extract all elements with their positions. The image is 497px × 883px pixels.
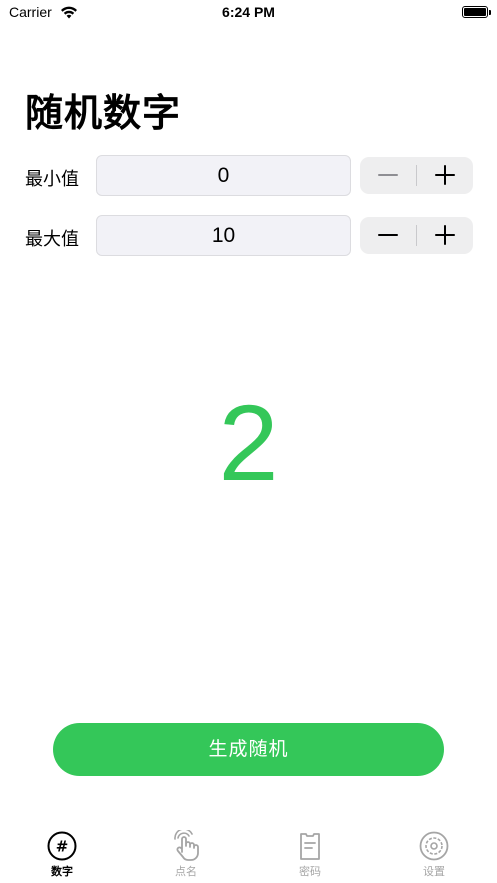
hand-pointer-icon xyxy=(174,830,199,861)
min-value-stepper xyxy=(360,157,473,194)
status-bar: Carrier 6:24 PM xyxy=(0,0,497,28)
max-increment-button[interactable] xyxy=(417,217,473,254)
svg-text:#: # xyxy=(56,838,69,856)
max-value-field[interactable]: 10 xyxy=(96,215,351,256)
tab-roll-call[interactable]: 点名 xyxy=(124,822,248,883)
page-title: 随机数字 xyxy=(25,91,182,135)
plus-icon xyxy=(435,225,455,245)
hash-icon: # xyxy=(47,831,77,861)
generate-random-button[interactable]: 生成随机 xyxy=(53,723,444,776)
tab-label: 数字 xyxy=(51,865,73,878)
min-value-label: 最小值 xyxy=(25,169,79,190)
max-decrement-button[interactable] xyxy=(360,217,416,254)
minus-icon xyxy=(378,234,398,236)
min-value-field[interactable]: 0 xyxy=(96,155,351,196)
plus-icon xyxy=(435,165,455,185)
tab-number[interactable]: # 数字 xyxy=(0,822,124,883)
random-result: 2 xyxy=(218,382,279,503)
document-icon xyxy=(300,833,320,860)
tab-label: 设置 xyxy=(423,865,445,878)
minus-icon xyxy=(378,174,398,176)
max-value-label: 最大值 xyxy=(25,229,79,250)
gear-icon xyxy=(419,831,449,861)
status-time: 6:24 PM xyxy=(222,4,275,20)
min-value-row: 最小值 0 xyxy=(25,155,473,197)
tab-settings[interactable]: 设置 xyxy=(372,822,496,883)
tab-label: 点名 xyxy=(175,865,197,878)
min-increment-button[interactable] xyxy=(417,157,473,194)
max-value-stepper xyxy=(360,217,473,254)
max-value-row: 最大值 10 xyxy=(25,215,473,257)
tab-label: 密码 xyxy=(299,865,321,878)
min-decrement-button[interactable] xyxy=(360,157,416,194)
battery-icon xyxy=(462,6,491,18)
tab-bar: # 数字 点名 密码 设置 xyxy=(0,822,497,883)
tab-password[interactable]: 密码 xyxy=(248,822,372,883)
